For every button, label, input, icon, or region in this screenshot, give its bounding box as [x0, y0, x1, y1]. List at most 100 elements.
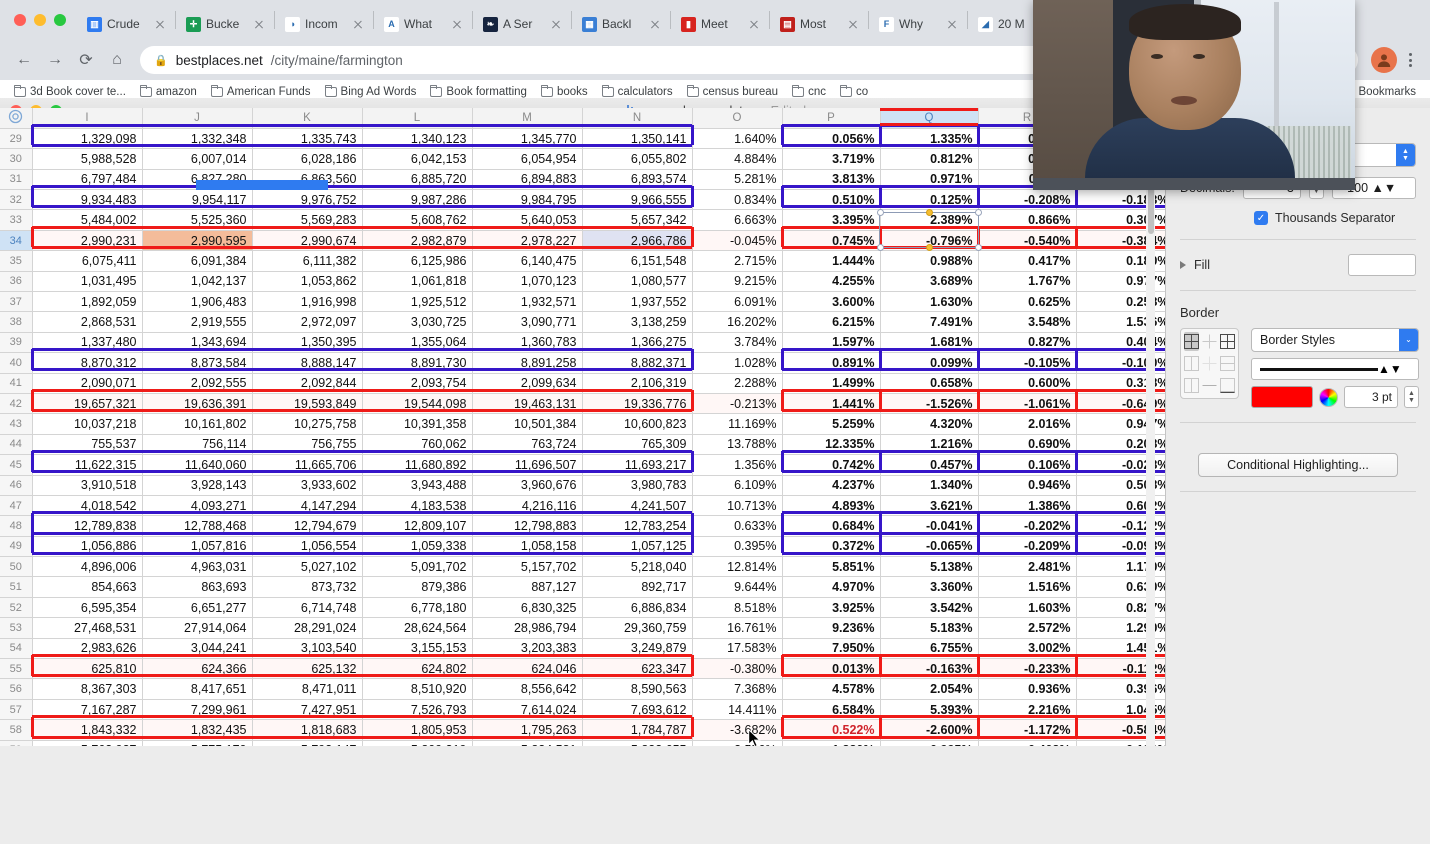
cell-J29[interactable]: 1,332,348 — [142, 128, 253, 150]
cell-J50[interactable]: 4,963,031 — [142, 556, 253, 578]
table-row[interactable]: 55 625,810 624,366 625,132 624,802 624,046 623… — [0, 658, 1165, 680]
cell-K41[interactable]: 2,092,844 — [252, 373, 363, 394]
cell-L48[interactable]: 12,809,107 — [362, 515, 473, 537]
close-icon[interactable] — [846, 17, 860, 31]
cell-M43[interactable]: 10,501,384 — [472, 413, 583, 435]
cell-L42[interactable]: 19,544,098 — [362, 393, 473, 415]
cell-I34[interactable]: 2,990,231 — [32, 230, 143, 252]
cell-Q47[interactable]: 3.621% — [880, 495, 979, 517]
cell-N30[interactable]: 6,055,802 — [582, 148, 693, 170]
cell-M50[interactable]: 5,157,702 — [472, 556, 583, 578]
cell-K52[interactable]: 6,714,748 — [252, 597, 363, 619]
cell-I39[interactable]: 1,337,480 — [32, 332, 143, 354]
cell-M59[interactable]: 5,824,581 — [472, 740, 583, 746]
cell-K59[interactable]: 5,793,147 — [252, 740, 363, 746]
cell-K42[interactable]: 19,593,849 — [252, 393, 363, 415]
cell-M52[interactable]: 6,830,325 — [472, 597, 583, 619]
table-row[interactable]: 46 3,910,518 3,928,143 3,933,602 3,943,488 3,… — [0, 475, 1165, 496]
row-header-53[interactable]: 53 — [0, 617, 33, 639]
cell-O29[interactable]: 1.640% — [692, 128, 783, 150]
cell-R34[interactable]: -0.540% — [978, 230, 1077, 252]
cell-N29[interactable]: 1,350,141 — [582, 128, 693, 150]
cell-N59[interactable]: 5,832,655 — [582, 740, 693, 746]
cell-Q39[interactable]: 1.681% — [880, 332, 979, 354]
cell-L36[interactable]: 1,061,818 — [362, 271, 473, 293]
border-preset-top[interactable] — [1184, 376, 1199, 395]
cell-K36[interactable]: 1,053,862 — [252, 271, 363, 293]
cell-I36[interactable]: 1,031,495 — [32, 271, 143, 293]
table-row[interactable]: 39 1,337,480 1,343,694 1,350,395 1,355,064 1,… — [0, 332, 1165, 354]
cell-K53[interactable]: 28,291,024 — [252, 617, 363, 639]
cell-Q53[interactable]: 5.183% — [880, 617, 979, 639]
table-row[interactable]: 40 8,870,312 8,873,584 8,888,147 8,891,730 8,… — [0, 352, 1165, 374]
browser-traffic-lights[interactable] — [8, 0, 78, 40]
cell-L43[interactable]: 10,391,358 — [362, 413, 473, 435]
browser-tab-what[interactable]: A What — [375, 8, 471, 40]
chevron-updown-icon[interactable]: ▲▼ — [1396, 144, 1415, 166]
cell-K50[interactable]: 5,027,102 — [252, 556, 363, 578]
row-header-38[interactable]: 38 — [0, 311, 33, 333]
cell-N40[interactable]: 8,882,371 — [582, 352, 693, 374]
cell-J51[interactable]: 863,693 — [142, 576, 253, 598]
row-header-30[interactable]: 30 — [0, 148, 33, 170]
cell-I56[interactable]: 8,367,303 — [32, 678, 143, 700]
cell-J53[interactable]: 27,914,064 — [142, 617, 253, 639]
border-color-well[interactable] — [1251, 386, 1313, 408]
cell-N47[interactable]: 4,241,507 — [582, 495, 693, 517]
conditional-highlighting-button[interactable]: Conditional Highlighting... — [1198, 453, 1398, 477]
cell-K51[interactable]: 873,732 — [252, 576, 363, 598]
cell-P35[interactable]: 1.444% — [782, 250, 881, 272]
cell-K30[interactable]: 6,028,186 — [252, 148, 363, 170]
cell-N31[interactable]: 6,893,574 — [582, 169, 693, 191]
cell-P53[interactable]: 9.236% — [782, 617, 881, 639]
row-header-45[interactable]: 45 — [0, 454, 33, 476]
row-header-34[interactable]: 34 — [0, 230, 33, 252]
cell-M31[interactable]: 6,894,883 — [472, 169, 583, 191]
cell-I43[interactable]: 10,037,218 — [32, 413, 143, 435]
cell-N51[interactable]: 892,717 — [582, 576, 693, 598]
cell-I54[interactable]: 2,983,626 — [32, 638, 143, 660]
cell-M55[interactable]: 624,046 — [472, 658, 583, 680]
cell-R38[interactable]: 3.548% — [978, 311, 1077, 333]
cell-I47[interactable]: 4,018,542 — [32, 495, 143, 517]
cell-Q55[interactable]: -0.163% — [880, 658, 979, 680]
cell-P44[interactable]: 12.335% — [782, 434, 881, 456]
cell-Q42[interactable]: -1.526% — [880, 393, 979, 415]
cell-I50[interactable]: 4,896,006 — [32, 556, 143, 578]
border-preset-horizontal[interactable] — [1202, 376, 1217, 395]
cell-I51[interactable]: 854,663 — [32, 576, 143, 598]
cell-M40[interactable]: 8,891,258 — [472, 352, 583, 374]
cell-N48[interactable]: 12,783,254 — [582, 515, 693, 537]
cell-I57[interactable]: 7,167,287 — [32, 699, 143, 721]
browser-menu-button[interactable] — [1400, 53, 1420, 67]
fill-section[interactable]: Fill — [1180, 254, 1416, 276]
close-icon[interactable] — [153, 17, 167, 31]
cell-O45[interactable]: 1.356% — [692, 454, 783, 476]
cell-M42[interactable]: 19,463,131 — [472, 393, 583, 415]
cell-J33[interactable]: 5,525,360 — [142, 209, 253, 231]
cell-J44[interactable]: 756,114 — [142, 434, 253, 456]
cell-L55[interactable]: 624,802 — [362, 658, 473, 680]
cell-J41[interactable]: 2,092,555 — [142, 373, 253, 394]
line-style-select[interactable]: ▲▼ — [1251, 358, 1419, 380]
table-row[interactable]: 48 12,789,838 12,788,468 12,794,679 12,809,1… — [0, 515, 1165, 537]
back-icon[interactable]: ← — [10, 46, 38, 74]
reload-icon[interactable]: ⟳ — [72, 46, 100, 74]
avatar[interactable] — [1371, 47, 1397, 73]
cell-K55[interactable]: 625,132 — [252, 658, 363, 680]
cell-L51[interactable]: 879,386 — [362, 576, 473, 598]
cell-K40[interactable]: 8,888,147 — [252, 352, 363, 374]
cell-I37[interactable]: 1,892,059 — [32, 291, 143, 313]
cell-I46[interactable]: 3,910,518 — [32, 475, 143, 496]
cell-O50[interactable]: 12.814% — [692, 556, 783, 578]
cell-J36[interactable]: 1,042,137 — [142, 271, 253, 293]
cell-L46[interactable]: 3,943,488 — [362, 475, 473, 496]
cell-J30[interactable]: 6,007,014 — [142, 148, 253, 170]
cell-O43[interactable]: 11.169% — [692, 413, 783, 435]
cell-I38[interactable]: 2,868,531 — [32, 311, 143, 333]
cell-I30[interactable]: 5,988,528 — [32, 148, 143, 170]
cell-P32[interactable]: 0.510% — [782, 189, 881, 211]
cell-J46[interactable]: 3,928,143 — [142, 475, 253, 496]
cell-N58[interactable]: 1,784,787 — [582, 719, 693, 741]
table-row[interactable]: 32 9,934,483 9,954,117 9,976,752 9,987,286 9,… — [0, 189, 1165, 211]
